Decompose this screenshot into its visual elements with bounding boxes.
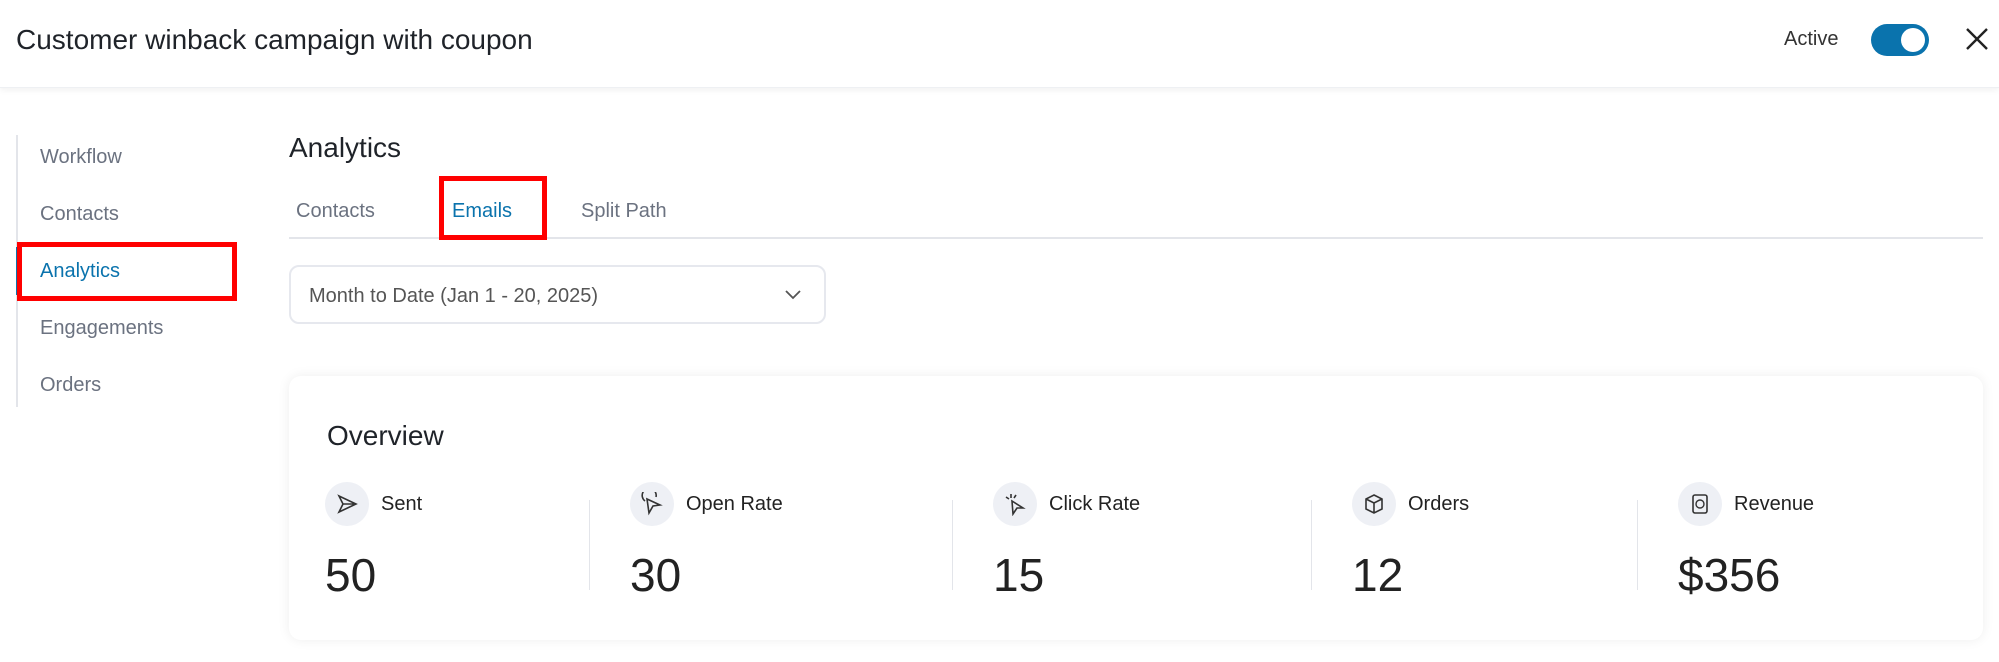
- highlight-box-analytics: [17, 242, 237, 301]
- divider: [952, 500, 953, 590]
- header: Customer winback campaign with coupon Ac…: [0, 0, 1999, 88]
- overview-title: Overview: [327, 420, 444, 451]
- close-icon[interactable]: [1962, 22, 1992, 56]
- campaign-title: Customer winback campaign with coupon: [16, 24, 533, 55]
- divider: [1311, 500, 1312, 590]
- metric-value: 12: [1352, 549, 1404, 601]
- click-icon: [993, 482, 1037, 526]
- overview-card: Overview Sent 50 Open Rate 30 Click Rate…: [289, 376, 1983, 640]
- divider: [589, 500, 590, 590]
- date-range-dropdown[interactable]: Month to Date (Jan 1 - 20, 2025): [289, 265, 826, 324]
- metric-label: Orders: [1408, 493, 1470, 515]
- metric-value: 15: [993, 549, 1045, 601]
- metric-value: 50: [325, 549, 377, 601]
- sidebar-item-workflow[interactable]: Workflow: [40, 146, 122, 169]
- date-range-value: Month to Date (Jan 1 - 20, 2025): [309, 285, 599, 307]
- metric-label: Revenue: [1734, 493, 1815, 515]
- sidebar-item-engagements[interactable]: Engagements: [40, 317, 163, 340]
- status-label: Active: [1784, 28, 1839, 50]
- box-icon: [1352, 482, 1396, 526]
- active-toggle[interactable]: [1871, 24, 1929, 56]
- metric-label: Open Rate: [686, 493, 783, 515]
- page-title: Analytics: [289, 132, 402, 163]
- toggle-knob: [1901, 28, 1925, 52]
- cursor-open-icon: [630, 482, 674, 526]
- revenue-icon: [1678, 482, 1722, 526]
- sidebar-item-contacts[interactable]: Contacts: [40, 203, 119, 226]
- highlight-box-emails: [439, 176, 547, 240]
- tab-split-path[interactable]: Split Path: [581, 200, 667, 223]
- metric-label: Click Rate: [1049, 493, 1141, 515]
- tab-contacts[interactable]: Contacts: [296, 200, 375, 223]
- chevron-down-icon: [785, 290, 801, 300]
- metric-value: 30: [630, 549, 682, 601]
- send-icon: [325, 482, 369, 526]
- metric-value: $356: [1678, 549, 1781, 601]
- divider: [1637, 500, 1638, 590]
- sidebar-item-orders[interactable]: Orders: [40, 374, 101, 397]
- metric-label: Sent: [381, 493, 423, 515]
